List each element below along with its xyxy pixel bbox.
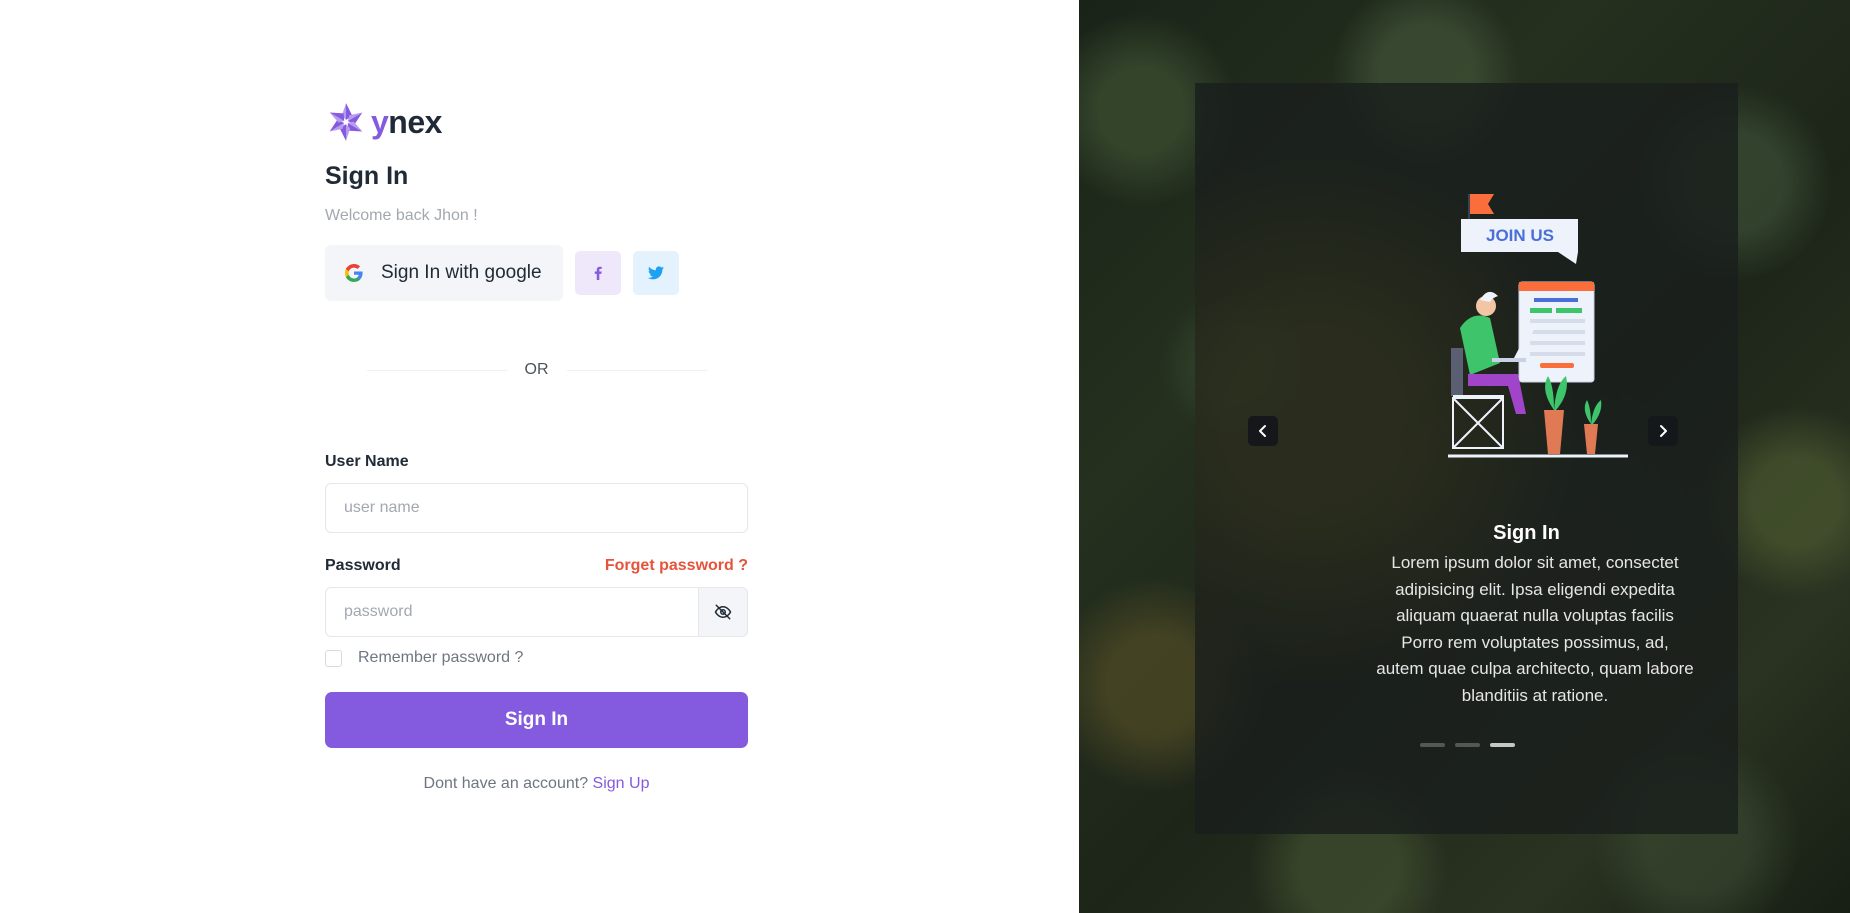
remember-row: Remember password ? [325,649,748,667]
auth-panel: ynex Sign In Welcome back Jhon ! Sign In… [0,0,1079,913]
hero-panel: JOIN US Sign In Lorem ipsum dolor sit am… [1079,0,1850,913]
carousel-prev-button[interactable] [1248,416,1278,446]
social-login-row: Sign In with google [325,245,748,301]
carousel-dot-1[interactable] [1420,743,1445,747]
facebook-button[interactable] [574,251,621,295]
twitter-button[interactable] [632,251,679,295]
sign-in-form: ynex Sign In Welcome back Jhon ! Sign In… [325,100,748,793]
or-text: OR [524,361,549,378]
carousel: JOIN US Sign In Lorem ipsum dolor sit am… [1195,83,1738,834]
join-us-illustration: JOIN US [1448,194,1628,458]
google-button-label: Sign In with google [381,262,542,283]
password-group [325,587,748,637]
signup-prompt-text: Dont have an account? [423,775,589,792]
google-icon [345,264,363,282]
remember-label[interactable]: Remember password ? [358,649,523,667]
carousel-dot-3[interactable] [1490,743,1515,747]
sign-in-button[interactable]: Sign In [325,692,748,748]
logo-text: ynex [371,103,442,140]
username-input[interactable] [325,483,748,533]
page-title: Sign In [325,162,409,190]
welcome-subtitle: Welcome back Jhon ! [325,207,478,224]
password-label: Password [325,557,401,574]
eye-off-icon [714,604,732,620]
twitter-icon [647,266,664,280]
chevron-right-icon [1660,425,1667,437]
forgot-password-link[interactable]: Forget password ? [605,557,748,575]
password-label-row: Password Forget password ? [325,557,748,575]
google-sign-in-button[interactable]: Sign In with google [325,245,563,301]
logo-mark-icon [329,103,363,141]
join-us-text: JOIN US [1486,226,1554,245]
password-input[interactable] [325,587,698,637]
brand-logo[interactable]: ynex [325,100,748,144]
or-divider: OR [325,361,748,379]
carousel-indicators [1420,743,1515,747]
divider-line-right [566,369,707,371]
carousel-next-button[interactable] [1648,416,1678,446]
chevron-left-icon [1259,425,1266,437]
facebook-icon [594,266,602,280]
toggle-password-visibility-button[interactable] [698,587,748,637]
sign-up-link[interactable]: Sign Up [593,775,650,792]
slide-description: Lorem ipsum dolor sit amet, consectet ad… [1376,553,1694,705]
username-label: User Name [325,453,409,470]
remember-checkbox[interactable] [325,649,342,667]
divider-line-left [366,369,507,371]
carousel-dot-2[interactable] [1455,743,1480,747]
signup-prompt: Dont have an account? Sign Up [325,775,748,793]
slide-title: Sign In [1493,522,1560,544]
